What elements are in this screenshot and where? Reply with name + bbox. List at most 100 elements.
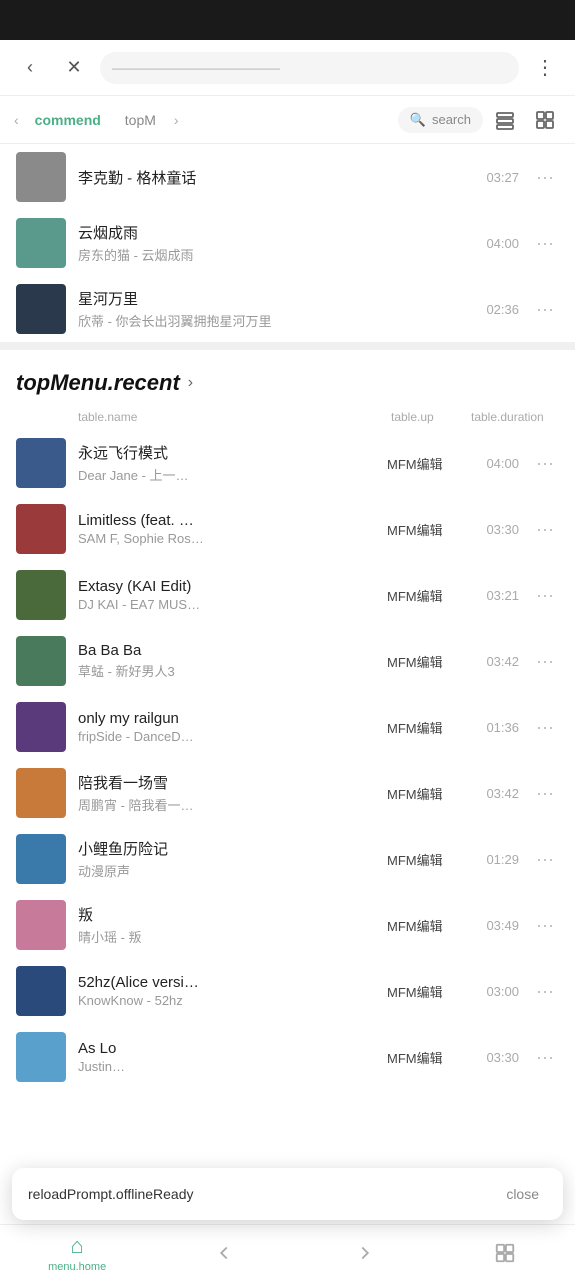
list-item[interactable]: 叛 晴小瑶 - 叛 MFM编辑 03:49 ··· — [0, 892, 575, 958]
song-more-button[interactable]: ··· — [531, 1043, 559, 1071]
list-item[interactable]: 永远飞行模式 Dear Jane - 上一… MFM编辑 04:00 ··· — [0, 430, 575, 496]
th-name: table.name — [78, 410, 391, 424]
song-artist: KnowKnow - 52hz — [78, 993, 375, 1008]
list-item[interactable]: 52hz(Alice versi… KnowKnow - 52hz MFM编辑 … — [0, 958, 575, 1024]
home-label: menu.home — [48, 1261, 106, 1273]
bottom-nav: ⌂ menu.home — [0, 1224, 575, 1280]
song-title: 云烟成雨 — [78, 222, 467, 243]
song-thumbnail — [16, 570, 66, 620]
song-more-button[interactable]: ··· — [531, 229, 559, 257]
list-item[interactable]: 陪我看一场雪 周鹏宵 - 陪我看一… MFM编辑 03:42 ··· — [0, 760, 575, 826]
offline-message: reloadPrompt.offlineReady — [28, 1186, 486, 1202]
song-artist: Justin… — [78, 1059, 375, 1074]
tab-back-arrow[interactable]: ‹ — [12, 112, 21, 128]
song-info: 李克勤 - 格林童话 — [78, 167, 467, 188]
search-box[interactable]: 🔍 search — [398, 107, 483, 133]
song-more-button[interactable]: ··· — [531, 647, 559, 675]
song-info: Ba Ba Ba 草蜢 - 新好男人3 — [78, 642, 375, 680]
bottom-nav-tabs[interactable] — [483, 1231, 527, 1275]
song-thumbnail — [16, 504, 66, 554]
song-uploader: MFM编辑 — [387, 586, 467, 605]
song-more-button[interactable]: ··· — [531, 515, 559, 543]
section-divider — [0, 342, 575, 350]
recent-header: topMenu.recent › — [0, 350, 575, 404]
song-more-button[interactable]: ··· — [531, 977, 559, 1005]
song-info: 星河万里 欣蒂 - 你会长出羽翼拥抱星河万里 — [78, 288, 467, 330]
close-button[interactable]: ✕ — [56, 50, 92, 86]
song-artist: 欣蒂 - 你会长出羽翼拥抱星河万里 — [78, 311, 467, 330]
list-item[interactable]: 星河万里 欣蒂 - 你会长出羽翼拥抱星河万里 02:36 ··· — [0, 276, 575, 342]
list-item[interactable]: only my railgun fripSide - DanceD… MFM编辑… — [0, 694, 575, 760]
song-duration: 03:42 — [479, 654, 519, 669]
song-thumbnail — [16, 768, 66, 818]
recent-arrow[interactable]: › — [188, 374, 193, 392]
song-title: 永远飞行模式 — [78, 442, 375, 463]
song-title: Ba Ba Ba — [78, 642, 375, 659]
list-item[interactable]: Ba Ba Ba 草蜢 - 新好男人3 MFM编辑 03:42 ··· — [0, 628, 575, 694]
song-info: Extasy (KAI Edit) DJ KAI - EA7 MUS… — [78, 578, 375, 612]
song-duration: 03:00 — [479, 984, 519, 999]
song-title: only my railgun — [78, 710, 375, 727]
song-more-button[interactable]: ··· — [531, 779, 559, 807]
song-more-button[interactable]: ··· — [531, 845, 559, 873]
song-uploader: MFM编辑 — [387, 520, 467, 539]
bottom-nav-home[interactable]: ⌂ menu.home — [48, 1233, 106, 1273]
bottom-nav-forward[interactable] — [343, 1231, 387, 1275]
song-artist: 周鹏宵 - 陪我看一… — [78, 795, 375, 814]
status-bar — [0, 0, 575, 40]
song-duration: 03:30 — [479, 522, 519, 537]
content-area: 李克勤 - 格林童话 03:27 ··· 云烟成雨 房东的猫 - 云烟成雨 04… — [0, 144, 575, 1210]
song-title: 小鲤鱼历险记 — [78, 838, 375, 859]
song-duration: 04:00 — [479, 456, 519, 471]
address-bar[interactable]: —————————————— — [100, 52, 519, 84]
song-duration: 03:21 — [479, 588, 519, 603]
tab-forward-arrow[interactable]: › — [170, 112, 183, 128]
tab-commend[interactable]: commend — [25, 106, 111, 134]
song-uploader: MFM编辑 — [387, 454, 467, 473]
song-info: 陪我看一场雪 周鹏宵 - 陪我看一… — [78, 772, 375, 814]
nav-bar: ‹ ✕ —————————————— ⋮ — [0, 40, 575, 96]
list-item[interactable]: 云烟成雨 房东的猫 - 云烟成雨 04:00 ··· — [0, 210, 575, 276]
list-item[interactable]: Limitless (feat. … SAM F, Sophie Ros… MF… — [0, 496, 575, 562]
offline-toast: reloadPrompt.offlineReady close — [12, 1168, 563, 1220]
song-duration: 03:42 — [479, 786, 519, 801]
song-info: 永远飞行模式 Dear Jane - 上一… — [78, 442, 375, 484]
song-info: 52hz(Alice versi… KnowKnow - 52hz — [78, 974, 375, 1008]
bottom-nav-back[interactable] — [202, 1231, 246, 1275]
song-title: 星河万里 — [78, 288, 467, 309]
song-more-button[interactable]: ··· — [531, 911, 559, 939]
song-uploader: MFM编辑 — [387, 1048, 467, 1067]
song-title: 李克勤 - 格林童话 — [78, 167, 467, 188]
song-thumbnail — [16, 834, 66, 884]
more-button[interactable]: ⋮ — [527, 50, 563, 86]
song-title: Extasy (KAI Edit) — [78, 578, 375, 595]
song-uploader: MFM编辑 — [387, 850, 467, 869]
song-uploader: MFM编辑 — [387, 982, 467, 1001]
offline-close-button[interactable]: close — [498, 1182, 547, 1206]
back-button[interactable]: ‹ — [12, 50, 48, 86]
search-icon: 🔍 — [410, 112, 426, 128]
tab-bar: ‹ commend topM › 🔍 search — [0, 96, 575, 144]
song-more-button[interactable]: ··· — [531, 163, 559, 191]
song-more-button[interactable]: ··· — [531, 713, 559, 741]
song-more-button[interactable]: ··· — [531, 449, 559, 477]
song-thumbnail — [16, 1032, 66, 1082]
list-item[interactable]: 李克勤 - 格林童话 03:27 ··· — [0, 144, 575, 210]
grid-view-icon[interactable] — [527, 102, 563, 138]
list-view-icon[interactable] — [487, 102, 523, 138]
song-thumbnail — [16, 702, 66, 752]
list-item[interactable]: As Lo Justin… MFM编辑 03:30 ··· — [0, 1024, 575, 1090]
home-icon: ⌂ — [71, 1233, 84, 1259]
song-more-button[interactable]: ··· — [531, 295, 559, 323]
song-title: 叛 — [78, 904, 375, 925]
list-item[interactable]: Extasy (KAI Edit) DJ KAI - EA7 MUS… MFM编… — [0, 562, 575, 628]
song-more-button[interactable]: ··· — [531, 581, 559, 609]
song-uploader: MFM编辑 — [387, 652, 467, 671]
song-info: 叛 晴小瑶 - 叛 — [78, 904, 375, 946]
song-title: Limitless (feat. … — [78, 512, 375, 529]
tab-topmenu[interactable]: topM — [115, 106, 166, 134]
list-item[interactable]: 小鲤鱼历险记 动漫原声 MFM编辑 01:29 ··· — [0, 826, 575, 892]
song-title: 52hz(Alice versi… — [78, 974, 375, 991]
song-artist: 房东的猫 - 云烟成雨 — [78, 245, 467, 264]
th-up: table.up — [391, 410, 471, 424]
